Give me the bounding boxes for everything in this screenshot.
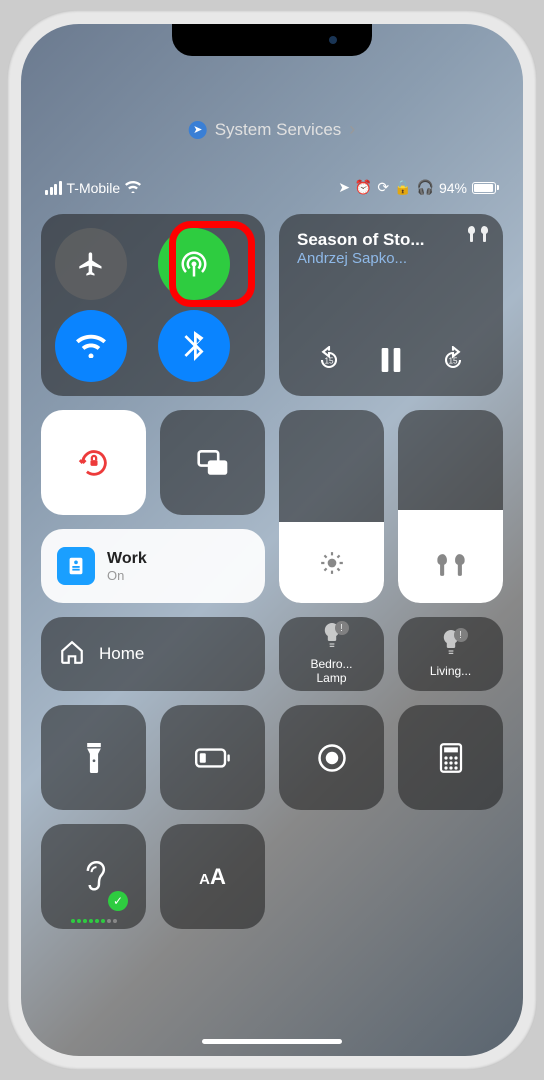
flashlight-button[interactable] — [41, 705, 146, 810]
bluetooth-icon — [184, 331, 204, 361]
home-indicator[interactable] — [202, 1039, 342, 1044]
lock-icon: 🔒 — [394, 179, 411, 196]
battery-icon — [472, 182, 499, 194]
calculator-button[interactable] — [398, 705, 503, 810]
status-bar: T-Mobile ➤ ⏰ ⟳ 🔒 🎧 94% — [21, 179, 523, 196]
ear-icon — [81, 861, 107, 893]
skip-back-button[interactable]: 15 — [315, 346, 343, 380]
location-banner[interactable]: ➤ System Services › — [189, 119, 356, 140]
cellular-antenna-icon — [179, 249, 209, 279]
pause-button[interactable] — [380, 348, 402, 378]
hearing-button[interactable]: ✓ — [41, 824, 146, 929]
alarm-icon: ⏰ — [355, 179, 372, 196]
checkmark-badge-icon: ✓ — [108, 891, 128, 911]
svg-text:15: 15 — [325, 357, 335, 366]
low-power-button[interactable] — [160, 705, 265, 810]
airplane-icon — [77, 250, 105, 278]
focus-subtitle: On — [107, 568, 147, 583]
wifi-icon — [125, 180, 141, 196]
rotation-lock-icon — [77, 446, 111, 480]
screen-record-button[interactable] — [279, 705, 384, 810]
screen-mirroring-icon — [197, 450, 229, 476]
bedroom-lamp-button[interactable]: ! Bedro... Lamp — [279, 617, 384, 691]
chevron-right-icon: › — [349, 119, 355, 140]
work-focus-icon — [57, 547, 95, 585]
sync-icon: ⟳ — [377, 179, 389, 196]
cellular-data-button[interactable] — [158, 228, 230, 300]
accessory-sublabel: Lamp — [310, 671, 352, 685]
media-module[interactable]: Season of Sto... Andrzej Sapko... 15 15 — [279, 214, 503, 396]
wifi-icon — [76, 334, 106, 358]
airpods-output-icon[interactable] — [467, 226, 489, 245]
battery-low-icon — [195, 748, 231, 768]
svg-text:15: 15 — [448, 357, 458, 366]
location-arrow-icon: ➤ — [189, 121, 207, 139]
skip-forward-button[interactable]: 15 — [439, 346, 467, 380]
calculator-icon — [439, 743, 463, 773]
text-size-button[interactable]: AA — [160, 824, 265, 929]
home-label: Home — [99, 644, 144, 664]
rotation-lock-button[interactable] — [41, 410, 146, 515]
volume-slider[interactable] — [398, 410, 503, 603]
media-artist: Andrzej Sapko... — [297, 250, 485, 267]
cellular-signal-icon — [45, 181, 62, 195]
accessory-label: Bedro... — [310, 657, 352, 671]
accessory-label: Living... — [430, 664, 471, 678]
home-icon — [59, 639, 85, 670]
focus-button[interactable]: Work On — [41, 529, 265, 603]
notch — [172, 24, 372, 56]
headphones-icon: 🎧 — [417, 179, 434, 196]
connectivity-module[interactable] — [41, 214, 265, 396]
wifi-button[interactable] — [55, 310, 127, 382]
alert-badge-icon: ! — [454, 628, 468, 642]
lightbulb-icon: ! — [323, 623, 341, 653]
battery-percent: 94% — [439, 180, 467, 196]
screen: ➤ System Services › T-Mobile ➤ ⏰ ⟳ 🔒 🎧 9… — [21, 24, 523, 1056]
phone-frame: ➤ System Services › T-Mobile ➤ ⏰ ⟳ 🔒 🎧 9… — [7, 10, 537, 1070]
home-button[interactable]: Home — [41, 617, 265, 691]
bluetooth-button[interactable] — [158, 310, 230, 382]
airpods-icon — [436, 554, 466, 583]
text-size-label: AA — [199, 864, 226, 890]
media-title: Season of Sto... — [297, 230, 485, 250]
lightbulb-icon: ! — [442, 630, 460, 660]
focus-title: Work — [107, 550, 147, 568]
screen-mirroring-button[interactable] — [160, 410, 265, 515]
location-active-icon: ➤ — [338, 179, 350, 196]
banner-label: System Services — [215, 120, 342, 140]
living-room-button[interactable]: ! Living... — [398, 617, 503, 691]
hearing-level-indicator — [71, 919, 117, 923]
sun-icon — [319, 550, 345, 583]
flashlight-icon — [85, 743, 103, 773]
carrier-label: T-Mobile — [67, 180, 121, 196]
brightness-slider[interactable] — [279, 410, 384, 603]
airplane-mode-button[interactable] — [55, 228, 127, 300]
record-icon — [317, 743, 347, 773]
alert-badge-icon: ! — [335, 621, 349, 635]
